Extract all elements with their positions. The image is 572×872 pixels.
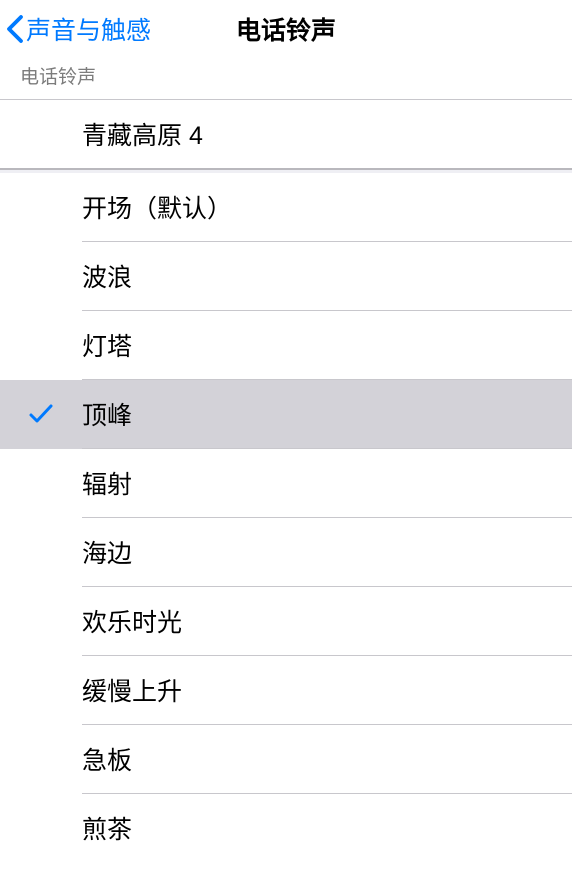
- ringtone-item[interactable]: 缓慢上升: [0, 656, 572, 724]
- back-button[interactable]: 声音与触感: [0, 11, 151, 47]
- ringtone-label: 顶峰: [82, 396, 132, 432]
- section-header: 电话铃声: [0, 58, 572, 99]
- ringtone-label: 煎茶: [82, 810, 132, 846]
- ringtone-item[interactable]: 波浪: [0, 242, 572, 310]
- ringtone-label: 灯塔: [82, 327, 132, 363]
- ringtone-item[interactable]: 欢乐时光: [0, 587, 572, 655]
- navigation-bar: 声音与触感 电话铃声: [0, 0, 572, 58]
- ringtone-item[interactable]: 急板: [0, 725, 572, 793]
- ringtone-item[interactable]: 海边: [0, 518, 572, 586]
- custom-ringtones-list: 青藏高原 4: [0, 99, 572, 170]
- ringtone-label: 波浪: [82, 258, 132, 294]
- check-container: [0, 403, 82, 425]
- ringtone-label: 辐射: [82, 465, 132, 501]
- ringtone-label: 缓慢上升: [82, 672, 182, 708]
- ringtone-label: 欢乐时光: [82, 603, 182, 639]
- ringtone-item[interactable]: 灯塔: [0, 311, 572, 379]
- checkmark-icon: [28, 403, 54, 425]
- chevron-left-icon: [6, 14, 24, 44]
- ringtone-item[interactable]: 开场（默认）: [0, 173, 572, 241]
- ringtone-label: 青藏高原 4: [82, 116, 203, 152]
- ringtone-item-selected[interactable]: 顶峰: [0, 380, 572, 448]
- ringtone-label: 急板: [82, 741, 132, 777]
- back-label: 声音与触感: [26, 11, 151, 47]
- ringtone-item[interactable]: 煎茶: [0, 794, 572, 862]
- ringtone-item[interactable]: 青藏高原 4: [0, 100, 572, 168]
- ringtone-item[interactable]: 辐射: [0, 449, 572, 517]
- page-title: 电话铃声: [236, 11, 336, 47]
- ringtone-label: 海边: [82, 534, 132, 570]
- ringtone-label: 开场（默认）: [82, 189, 232, 225]
- standard-ringtones-list: 开场（默认） 波浪 灯塔 顶峰 辐射 海边 欢乐时光 缓慢上升: [0, 173, 572, 862]
